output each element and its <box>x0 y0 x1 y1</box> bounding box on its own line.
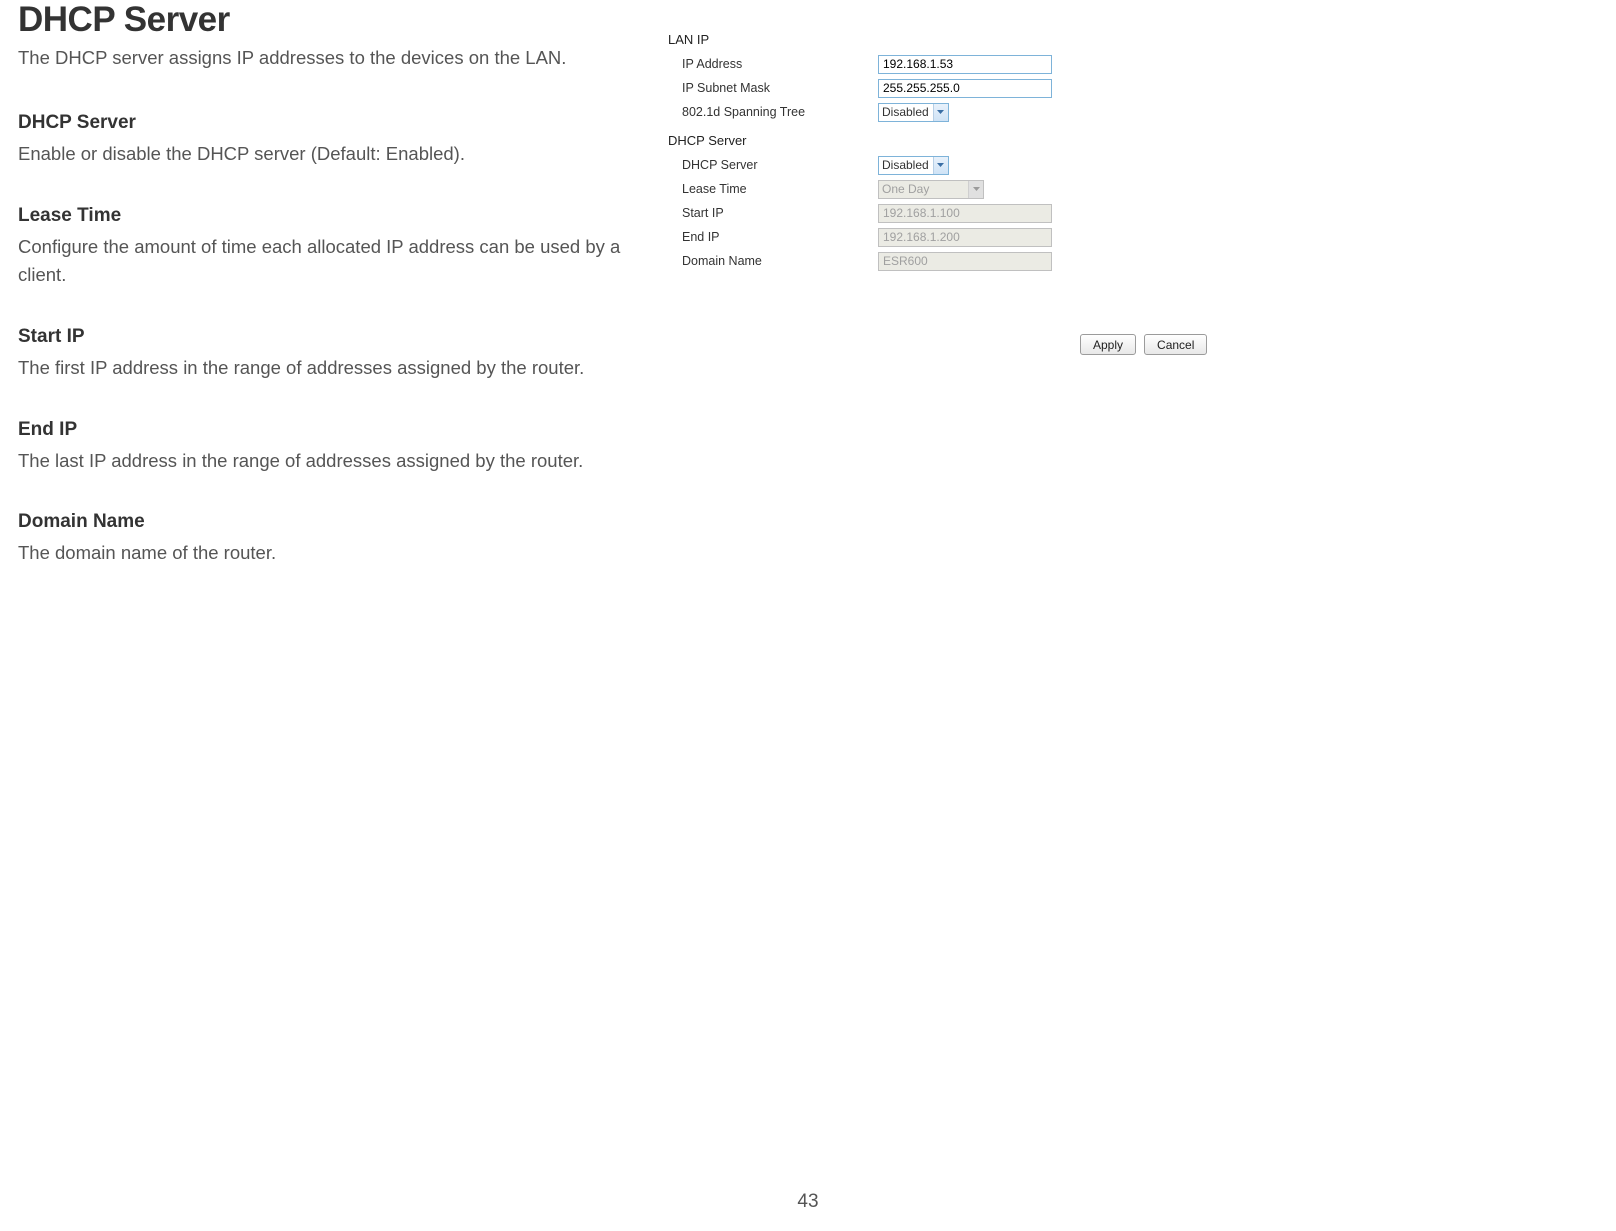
dhcp-server-section-label: DHCP Server <box>668 133 1228 148</box>
dhcp-server-label: DHCP Server <box>682 158 878 172</box>
page-subtitle: The DHCP server assigns IP addresses to … <box>18 46 638 70</box>
spanning-tree-select[interactable]: Disabled <box>878 103 949 122</box>
dhcp-server-value: Disabled <box>882 158 933 172</box>
cancel-button[interactable]: Cancel <box>1144 334 1207 355</box>
def-dhcp-server-title: DHCP Server <box>18 112 638 134</box>
lease-time-select: One Day <box>878 180 984 199</box>
def-lease-time-desc: Configure the amount of time each alloca… <box>18 233 638 290</box>
start-ip-label: Start IP <box>682 206 878 220</box>
def-domain-name-title: Domain Name <box>18 511 638 533</box>
chevron-down-icon <box>933 104 948 121</box>
def-domain-name-desc: The domain name of the router. <box>18 539 638 568</box>
ip-address-input[interactable] <box>878 55 1052 74</box>
def-start-ip-desc: The first IP address in the range of add… <box>18 354 638 383</box>
subnet-mask-label: IP Subnet Mask <box>682 81 878 95</box>
page-number: 43 <box>0 1191 1616 1213</box>
spanning-tree-label: 802.1d Spanning Tree <box>682 105 878 119</box>
start-ip-input <box>878 204 1052 223</box>
end-ip-label: End IP <box>682 230 878 244</box>
spanning-tree-value: Disabled <box>882 105 933 119</box>
domain-name-label: Domain Name <box>682 254 878 268</box>
apply-button[interactable]: Apply <box>1080 334 1136 355</box>
def-end-ip-title: End IP <box>18 419 638 441</box>
chevron-down-icon <box>933 157 948 174</box>
chevron-down-icon <box>968 181 983 198</box>
subnet-mask-input[interactable] <box>878 79 1052 98</box>
def-lease-time-title: Lease Time <box>18 205 638 227</box>
lan-ip-section-label: LAN IP <box>668 32 1228 47</box>
ip-address-label: IP Address <box>682 57 878 71</box>
end-ip-input <box>878 228 1052 247</box>
page-title: DHCP Server <box>18 0 638 40</box>
def-start-ip-title: Start IP <box>18 326 638 348</box>
dhcp-server-select[interactable]: Disabled <box>878 156 949 175</box>
def-end-ip-desc: The last IP address in the range of addr… <box>18 447 638 476</box>
lease-time-label: Lease Time <box>682 182 878 196</box>
lease-time-value: One Day <box>882 182 933 196</box>
def-dhcp-server-desc: Enable or disable the DHCP server (Defau… <box>18 140 638 169</box>
domain-name-input <box>878 252 1052 271</box>
